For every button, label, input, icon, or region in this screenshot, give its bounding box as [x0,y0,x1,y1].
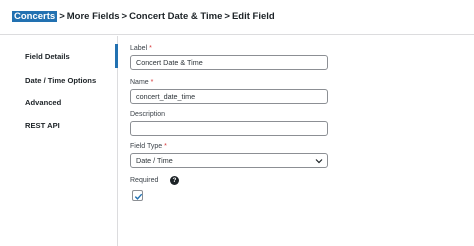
required-asterisk: * [150,79,154,86]
breadcrumb: Concerts > More Fields > Concert Date & Time… [12,11,275,22]
breadcrumb-separator: > [224,11,230,22]
checkmark-icon [134,193,143,200]
field-form: Label * Name * Description Field Type * … [118,36,474,246]
name-input[interactable] [130,89,328,104]
question-circle-icon[interactable]: ? [170,176,179,185]
field-type-label: Field Type * [130,143,167,150]
name-field-label-text: Name [130,79,149,86]
required-asterisk: * [149,45,152,52]
breadcrumb-item-concerts[interactable]: Concerts [12,11,58,22]
field-type-selected-value: Date / Time [136,156,173,165]
settings-sidebar: Field Details Date / Time Options Advanc… [0,36,118,246]
breadcrumb-item-more-fields[interactable]: More Fields [67,11,120,22]
label-input[interactable] [130,55,328,70]
page-header: Concerts > More Fields > Concert Date & Time… [0,0,474,35]
sidebar-item-field-details[interactable]: Field Details [25,52,70,61]
label-field-label: Label * [130,45,152,52]
sidebar-item-rest-api[interactable]: REST API [25,121,60,130]
required-label: Required ? [130,176,179,185]
breadcrumb-separator: > [121,11,128,22]
description-field-label: Description [130,111,166,118]
required-asterisk: * [164,143,167,150]
sidebar-item-date-time-options[interactable]: Date / Time Options [25,76,96,85]
description-input[interactable] [130,121,328,136]
breadcrumb-separator: > [59,11,65,22]
chevron-down-icon [315,159,323,164]
sidebar-item-advanced[interactable]: Advanced [25,98,61,107]
label-field-label-text: Label [130,45,148,52]
field-type-select[interactable]: Date / Time [130,153,328,168]
name-field-label: Name * [130,79,153,86]
breadcrumb-item-field-group[interactable]: Concert Date & Time [129,11,222,22]
required-label-text: Required [130,177,159,184]
required-checkbox[interactable] [132,190,143,201]
breadcrumb-item-edit-field: Edit Field [231,11,275,22]
field-type-label-text: Field Type [130,143,163,150]
